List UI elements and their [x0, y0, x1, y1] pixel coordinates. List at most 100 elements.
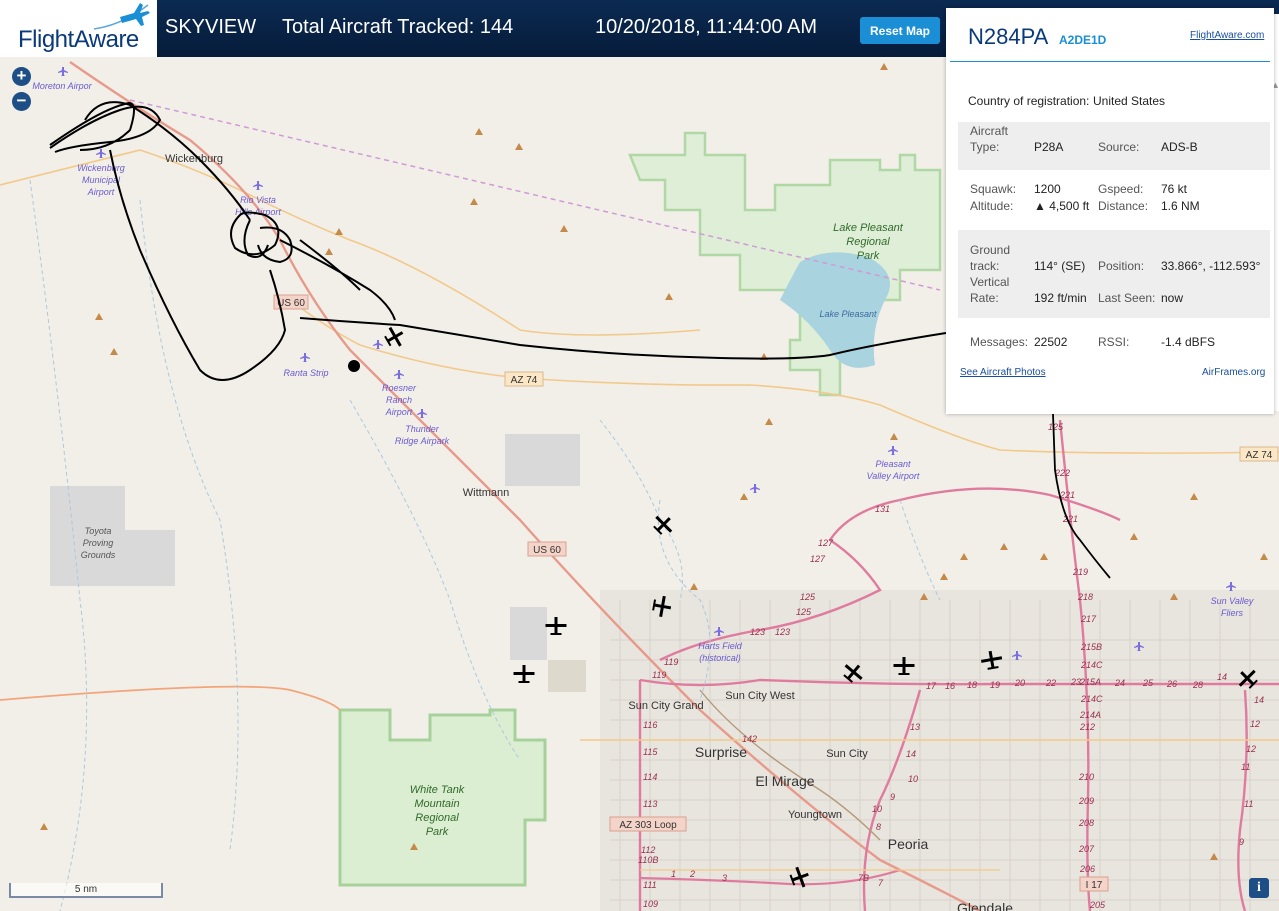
- shield-az303: AZ 303 Loop: [619, 820, 677, 831]
- shield-us60-b: US 60: [533, 545, 561, 556]
- messages-label: Messages:: [970, 335, 1029, 349]
- position-value: 33.866°, -112.593°: [1161, 259, 1261, 273]
- airport-label: Moreton Airpor: [32, 81, 92, 91]
- route-number: 23: [1070, 677, 1081, 687]
- route-number: 8: [876, 822, 881, 832]
- altitude-label: Altitude:: [970, 199, 1014, 213]
- flightaware-link[interactable]: FlightAware.com: [1190, 30, 1264, 41]
- reset-map-button[interactable]: Reset Map: [860, 17, 940, 44]
- route-number: 119: [652, 670, 666, 680]
- route-number: 125: [800, 592, 816, 602]
- airport-label: Wickenburg: [77, 163, 124, 173]
- route-number: 214C: [1080, 660, 1103, 670]
- rssi-value: -1.4 dBFS: [1161, 335, 1216, 349]
- town-label: Peoria: [888, 836, 929, 852]
- route-number: 2: [689, 869, 695, 879]
- route-number: 210: [1078, 772, 1094, 782]
- route-number: 221: [1062, 514, 1078, 524]
- airframes-link[interactable]: AirFrames.org: [1202, 367, 1265, 378]
- park-label: Park: [426, 826, 449, 838]
- aircraft-count: Total Aircraft Tracked: 144: [282, 16, 514, 38]
- aircraft-photos-link[interactable]: See Aircraft Photos: [960, 367, 1046, 378]
- vrate-value: 192 ft/min: [1034, 291, 1087, 305]
- aircraft-icon-selected[interactable]: [382, 323, 408, 350]
- flightaware-logo[interactable]: FlightAware: [0, 0, 157, 57]
- aircraft-icon[interactable]: [650, 511, 678, 539]
- track-label: Ground: [970, 243, 1011, 257]
- park-label: Mountain: [414, 798, 459, 810]
- route-number: 18: [967, 680, 977, 690]
- airport-icon-sun-valley: [1226, 582, 1236, 591]
- aircraft-icon[interactable]: [513, 665, 535, 683]
- park-label: Regional: [846, 236, 890, 248]
- position-label: Position:: [1098, 259, 1145, 273]
- airport-label: Thunder: [405, 424, 440, 434]
- airport-icon-thunder-ridge: [417, 409, 427, 418]
- gspeed-value: 76 kt: [1161, 182, 1188, 196]
- route-number: 24: [1114, 678, 1125, 688]
- type-value: P28A: [1034, 140, 1064, 154]
- area-label: Toyota: [85, 526, 112, 536]
- route-number: 207: [1078, 844, 1095, 854]
- squawk-label: Squawk:: [970, 182, 1017, 196]
- airport-label: Sun Valley: [1211, 596, 1254, 606]
- airport-icon-roesner: [394, 370, 404, 379]
- route-number: 1: [671, 869, 676, 879]
- route-number: 14: [1254, 695, 1264, 705]
- airport-icon: [750, 484, 760, 493]
- route-number: 14: [1217, 672, 1227, 682]
- gspeed-label: Gspeed:: [1098, 182, 1144, 196]
- route-number: 215B: [1080, 642, 1102, 652]
- panel-scrollbar[interactable]: [1274, 14, 1279, 411]
- shield-i17: I 17: [1086, 880, 1103, 891]
- route-number: 214A: [1079, 710, 1101, 720]
- info-icon[interactable]: i: [1249, 878, 1269, 898]
- airport-icon-rio-vista: [253, 181, 263, 190]
- route-number: 113: [643, 799, 657, 809]
- route-number: 16: [945, 681, 955, 691]
- airport-label: Pleasant: [875, 459, 911, 469]
- country-label: Country of registration:: [968, 94, 1090, 108]
- zoom-in-button[interactable]: +: [12, 67, 31, 86]
- shield-az74-b: AZ 74: [1246, 450, 1273, 461]
- aircraft-icon[interactable]: [545, 617, 567, 635]
- route-number: 7B: [858, 873, 869, 883]
- airport-icon-wickenburg: [96, 149, 106, 158]
- zoom-out-button[interactable]: −: [12, 92, 31, 111]
- vrate-label: Rate:: [970, 291, 999, 305]
- airport-label: (historical): [699, 653, 741, 663]
- timestamp: 10/20/2018, 11:44:00 AM: [595, 16, 818, 38]
- distance-value: 1.6 NM: [1161, 199, 1200, 213]
- route-number: 212: [1079, 722, 1095, 732]
- route-number: 111: [643, 880, 657, 890]
- route-number: 26: [1166, 679, 1177, 689]
- airport-label: Valley Airport: [867, 471, 920, 481]
- route-number: 22: [1045, 678, 1056, 688]
- area-label: Proving: [83, 538, 114, 548]
- route-number: 125: [796, 607, 812, 617]
- area-label: Grounds: [81, 550, 116, 560]
- route-number: 110B: [638, 855, 658, 865]
- town-label: Sun City: [826, 748, 868, 760]
- airport-label: Airport: [87, 187, 115, 197]
- town-label: Wittmann: [463, 487, 509, 499]
- route-number: 12: [1246, 744, 1256, 754]
- type-label: Aircraft: [970, 124, 1009, 138]
- lastseen-label: Last Seen:: [1098, 291, 1156, 305]
- country-value: United States: [1093, 94, 1166, 108]
- route-number: 112: [641, 845, 655, 855]
- aircraft-ident: N284PA: [968, 24, 1049, 49]
- rssi-label: RSSI:: [1098, 335, 1130, 349]
- app-title: SKYVIEW: [165, 16, 257, 38]
- town-label: El Mirage: [755, 773, 814, 789]
- route-number: 115: [643, 747, 658, 757]
- map-scale-bar: 5 nm: [9, 883, 163, 898]
- divider: [950, 61, 1270, 62]
- airport-label: Harts Field: [698, 641, 743, 651]
- route-number: 9: [1239, 837, 1244, 847]
- airport-icon-pleasant-valley: [888, 446, 898, 455]
- airport-icon-ranta: [300, 353, 310, 362]
- lastseen-value: now: [1161, 291, 1184, 305]
- shield-az74-a: AZ 74: [511, 375, 538, 386]
- airport-label: Fliers: [1221, 608, 1243, 618]
